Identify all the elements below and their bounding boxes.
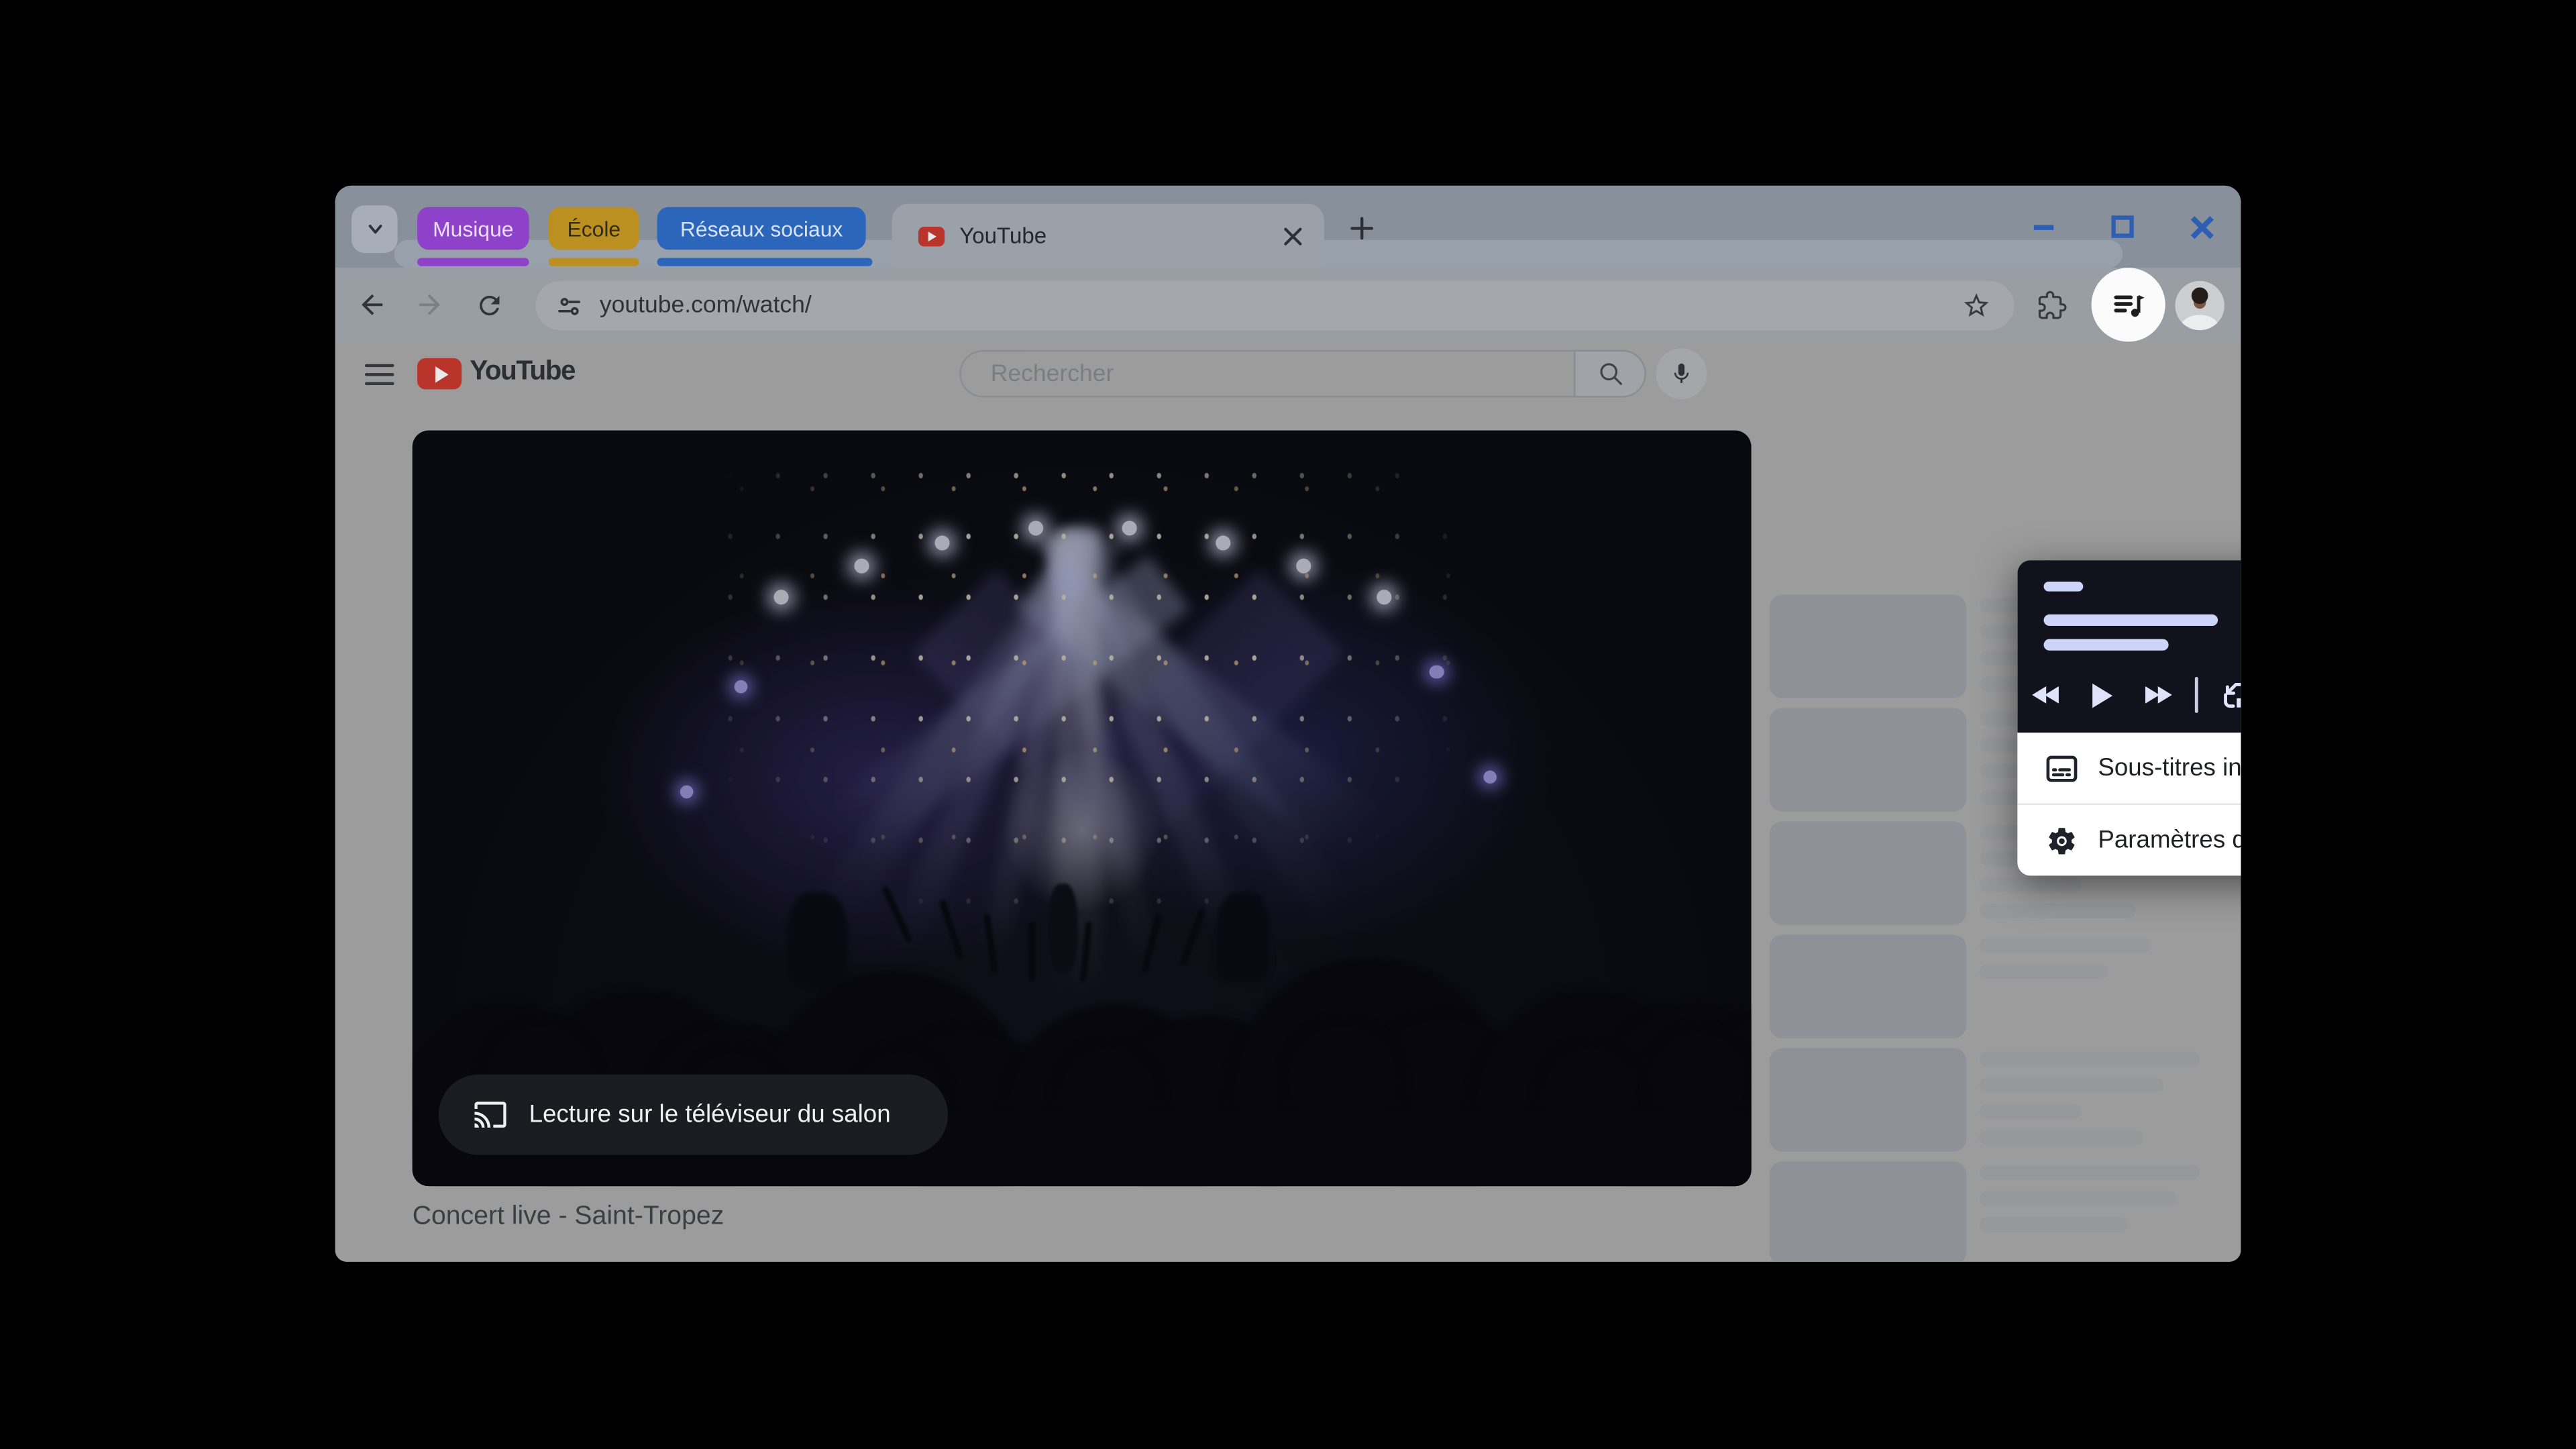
search-icon xyxy=(1596,360,1624,388)
youtube-favicon-icon xyxy=(918,226,945,246)
skeleton-text-line xyxy=(1980,1051,2200,1066)
skeleton-text-line xyxy=(1980,1191,2177,1206)
address-bar[interactable]: youtube.com/watch/ xyxy=(535,281,2014,330)
caption-settings-row[interactable]: Paramètres des sous-titres xyxy=(2017,804,2241,876)
rewind-icon xyxy=(2028,682,2062,708)
media-title-skeleton-bar xyxy=(2044,582,2084,592)
media-title-skeleton-bar xyxy=(2044,639,2169,651)
skeleton-text-line xyxy=(1980,1104,2082,1119)
window-minimize-button[interactable] xyxy=(2011,186,2077,268)
fast-forward-icon xyxy=(2140,682,2174,708)
tab-group-underline xyxy=(417,258,529,266)
skeleton-text-line xyxy=(1980,1218,2127,1232)
reload-icon xyxy=(474,290,504,319)
skeleton-text-line xyxy=(1980,938,2151,953)
skeleton-text-line xyxy=(1980,1130,2144,1145)
skeleton-text-line xyxy=(1980,965,2108,979)
skeleton-thumbnail xyxy=(1770,708,1967,812)
tab-group-underline xyxy=(657,258,873,266)
fast-forward-button[interactable] xyxy=(2129,669,2185,721)
voice-search-button[interactable] xyxy=(1656,348,1707,399)
back-button[interactable] xyxy=(350,282,394,327)
live-caption-icon xyxy=(2045,751,2078,784)
youtube-logo-icon[interactable] xyxy=(417,358,462,390)
window-close-button[interactable] xyxy=(2169,186,2235,268)
play-icon xyxy=(2089,681,2114,709)
close-icon xyxy=(2188,213,2216,241)
cast-status-label: Lecture sur le téléviseur du salon xyxy=(529,1101,891,1129)
skeleton-text-line xyxy=(1980,877,2082,892)
picture-in-picture-button[interactable] xyxy=(2208,669,2241,721)
extensions-button[interactable] xyxy=(2029,282,2073,327)
skeleton-text-line xyxy=(1980,1078,2163,1093)
forward-button[interactable] xyxy=(407,282,451,327)
tab-group-label: Réseaux sociaux xyxy=(680,216,843,241)
skeleton-thumbnail xyxy=(1770,934,1967,1038)
chevron-down-icon xyxy=(364,219,385,240)
plus-icon xyxy=(1349,215,1375,241)
youtube-search-box[interactable] xyxy=(959,350,1574,398)
media-playback-controls xyxy=(2017,669,2241,721)
concert-scene-element xyxy=(413,431,1752,1187)
search-input[interactable] xyxy=(987,359,1519,388)
minimize-icon xyxy=(2031,213,2057,239)
active-tab-youtube[interactable]: YouTube xyxy=(892,204,1324,268)
media-session-card xyxy=(2017,560,2241,733)
youtube-wordmark: YouTube xyxy=(470,356,575,388)
settings-gear-icon xyxy=(2045,824,2078,857)
media-controls-button[interactable] xyxy=(2092,268,2165,341)
controls-divider xyxy=(2195,677,2198,713)
forward-arrow-icon xyxy=(414,289,445,321)
tab-group-chip-musique[interactable]: Musique xyxy=(417,207,529,250)
tab-group-underline xyxy=(549,258,639,266)
caption-settings-label: Paramètres des sous-titres xyxy=(2098,826,2241,855)
url-text: youtube.com/watch/ xyxy=(600,292,1962,319)
tab-group-chip-ecole[interactable]: École xyxy=(549,207,639,250)
profile-avatar[interactable] xyxy=(2175,281,2224,330)
hamburger-menu-icon xyxy=(365,362,394,388)
close-icon xyxy=(1283,226,1303,246)
video-player[interactable]: Lecture sur le téléviseur du salon xyxy=(413,431,1752,1187)
back-arrow-icon xyxy=(356,289,388,321)
bookmark-star-icon[interactable] xyxy=(1962,290,1991,320)
rewind-button[interactable] xyxy=(2017,669,2073,721)
youtube-page: YouTube Lecture sur le téléviseur du sal… xyxy=(335,341,2241,1261)
youtube-menu-button[interactable] xyxy=(365,362,394,396)
picture-in-picture-icon xyxy=(2218,678,2241,712)
tab-group-label: École xyxy=(567,216,621,241)
site-settings-icon xyxy=(555,292,584,320)
youtube-search-button[interactable] xyxy=(1574,350,1646,398)
live-caption-row[interactable]: Sous-titres instantanés xyxy=(2017,733,2241,803)
video-title: Concert live - Saint-Tropez xyxy=(413,1203,724,1232)
tab-title: YouTube xyxy=(959,223,1278,248)
browser-window: Musique École Réseaux sociaux YouTube xyxy=(335,186,2241,1262)
tab-close-button[interactable] xyxy=(1278,221,1307,250)
maximize-icon xyxy=(2109,213,2135,239)
live-caption-label: Sous-titres instantanés xyxy=(2098,754,2241,782)
cast-status-pill[interactable]: Lecture sur le téléviseur du salon xyxy=(439,1075,948,1155)
skeleton-text-line xyxy=(1980,1165,2200,1179)
media-controls-playlist-icon xyxy=(2108,285,2148,325)
media-controls-popup: Sous-titres instantanés Paramètres des s… xyxy=(2017,560,2241,875)
window-maximize-button[interactable] xyxy=(2090,186,2155,268)
tab-strip: Musique École Réseaux sociaux YouTube xyxy=(335,186,2241,268)
skeleton-thumbnail xyxy=(1770,821,1967,924)
skeleton-thumbnail xyxy=(1770,1048,1967,1151)
skeleton-thumbnail xyxy=(1770,595,1967,698)
mic-icon xyxy=(1669,362,1694,386)
new-tab-button[interactable] xyxy=(1346,212,1379,245)
tab-group-label: Musique xyxy=(433,216,513,241)
reload-button[interactable] xyxy=(467,282,511,327)
tab-search-button[interactable] xyxy=(352,205,398,253)
media-title-skeleton-bar xyxy=(2044,614,2218,626)
skeleton-text-line xyxy=(1980,904,2136,918)
extensions-puzzle-icon xyxy=(2037,290,2066,319)
screenshot-stage: Musique École Réseaux sociaux YouTube xyxy=(0,0,2576,1449)
browser-toolbar: youtube.com/watch/ xyxy=(335,268,2241,341)
tab-group-chip-reseaux-sociaux[interactable]: Réseaux sociaux xyxy=(657,207,866,250)
play-button[interactable] xyxy=(2074,669,2129,721)
cast-icon xyxy=(473,1097,507,1132)
skeleton-thumbnail xyxy=(1770,1161,1967,1261)
